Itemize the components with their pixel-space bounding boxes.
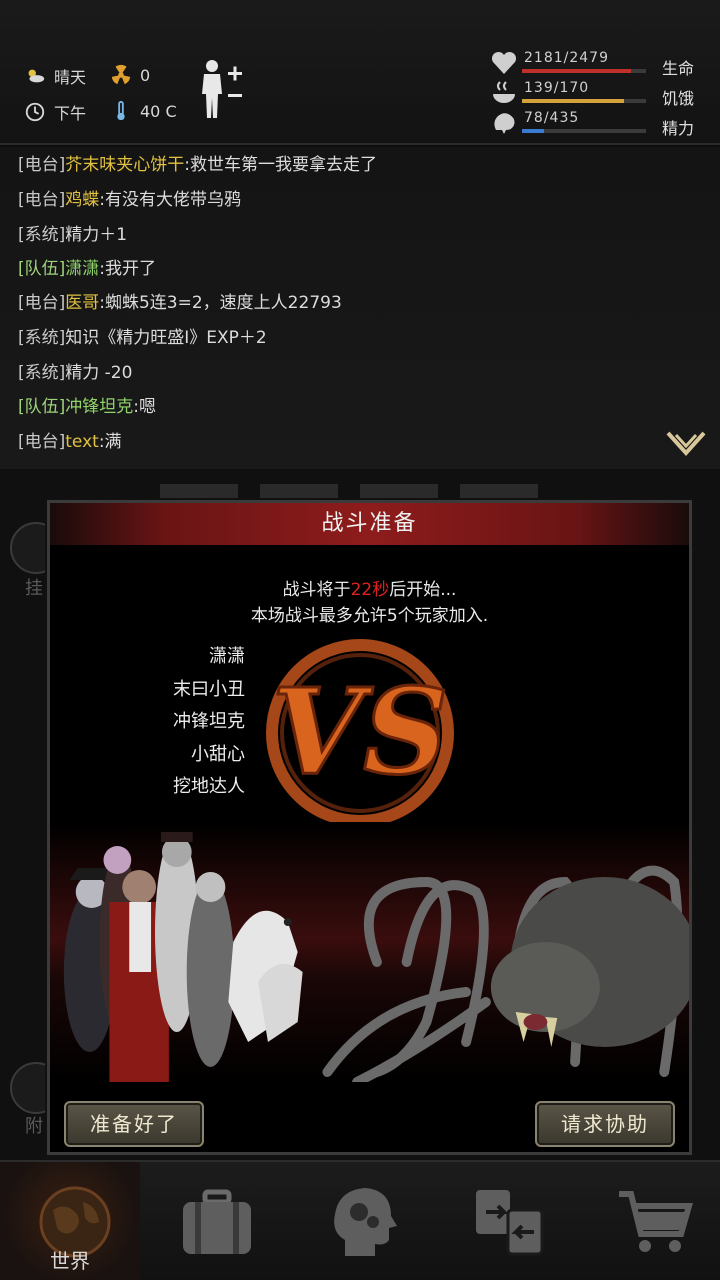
bottom-nav: 世界 — [0, 1160, 720, 1280]
health-bar: 2181/2479 生命 — [490, 50, 710, 80]
skills-icon — [334, 1188, 397, 1256]
hunger-bar: 139/170 饥饿 — [490, 80, 710, 110]
chat-message: [电台]text:满 — [18, 427, 122, 452]
chat-sender-name[interactable]: 医哥 — [65, 293, 99, 313]
vs-emblem: VS — [266, 639, 454, 827]
heart-icon — [491, 51, 517, 74]
chat-log[interactable]: [电台]芥末味夹心饼干:救世车第一我要拿去走了 [电台]鸡蝶:有没有大佬带乌鸦 [系… — [0, 147, 720, 469]
countdown-prefix: 战斗将于 — [282, 580, 351, 600]
chat-channel-tag: [电台] — [18, 432, 66, 452]
nav-world[interactable]: 世界 — [0, 1162, 140, 1280]
health-fill — [522, 69, 632, 73]
chat-message-text: :嗯 — [133, 397, 156, 417]
time-stat: 下午 — [24, 100, 86, 124]
player-name: 冲锋坦克 — [173, 711, 245, 732]
side-label-top: 挂 — [25, 578, 43, 599]
chat-message: [队伍]潇潇:我开了 — [18, 254, 156, 279]
side-label-bottom: 附 — [25, 1116, 43, 1137]
nav-exchange[interactable] — [435, 1162, 575, 1280]
sun-cloud-icon — [28, 69, 45, 83]
shop-icon — [619, 1191, 693, 1252]
chat-sender-name[interactable]: 潇潇 — [65, 259, 99, 279]
chat-message: [队伍]冲锋坦克:嗯 — [18, 392, 156, 417]
countdown-suffix: 后开始... — [389, 580, 457, 600]
energy-value: 78/435 — [524, 110, 580, 126]
chat-sender-name[interactable]: 鸡蝶 — [65, 190, 99, 210]
countdown-text: 战斗将于22秒后开始... — [50, 575, 689, 600]
player-name: 潇潇 — [209, 646, 245, 667]
chat-sender-name[interactable]: 芥末味夹心饼干 — [65, 155, 184, 175]
chat-channel-tag: [系统] — [18, 363, 66, 383]
radiation-icon — [111, 64, 131, 85]
nav-world-label: 世界 — [50, 1249, 90, 1273]
radiation-value: 0 — [140, 65, 151, 85]
countdown-seconds: 22秒 — [350, 580, 390, 600]
chat-message-text: :我开了 — [99, 259, 156, 279]
battle-scene-art — [50, 822, 689, 1082]
chat-message: [电台]鸡蝶:有没有大佬带乌鸦 — [18, 185, 241, 210]
chat-channel-tag: [系统] — [18, 328, 66, 348]
energy-bar: 78/435 精力 — [490, 110, 710, 140]
status-bar: 晴天 0 下午 40 C 2181/2479 生命 139/170 饥饿 78/… — [0, 0, 720, 145]
chat-message: [系统]精力＋1 — [18, 220, 127, 245]
weather-stat: 晴天 — [24, 64, 86, 88]
chat-message-text: :有没有大佬带乌鸦 — [99, 190, 241, 210]
hunger-fill — [522, 99, 624, 103]
food-bowl-icon — [493, 81, 515, 103]
chat-channel-tag: [队伍] — [18, 397, 66, 417]
chat-channel-tag: [电台] — [18, 293, 66, 313]
time-text: 下午 — [54, 104, 87, 123]
hunger-label: 饥饿 — [662, 89, 695, 108]
temperature-value: 40 C — [140, 101, 177, 121]
chat-channel-tag: [队伍] — [18, 259, 66, 279]
nav-skills[interactable] — [290, 1162, 430, 1280]
chat-message-text: :满 — [98, 432, 122, 452]
chevron-down-icon[interactable] — [666, 431, 706, 457]
health-label: 生命 — [662, 59, 695, 78]
player-list: 潇潇末曰小丑冲锋坦克小甜心挖地达人 — [110, 641, 245, 804]
temperature-stat: 40 C — [110, 100, 177, 122]
player-name: 挖地达人 — [173, 776, 245, 797]
body-status-icon[interactable] — [196, 58, 246, 120]
chat-message-text: 精力 -20 — [65, 363, 133, 383]
chat-channel-tag: [系统] — [18, 225, 66, 245]
chat-message-text: 知识《精力旺盛Ⅰ》EXP＋2 — [65, 328, 267, 348]
energy-label: 精力 — [662, 119, 695, 138]
chat-channel-tag: [电台] — [18, 155, 66, 175]
exchange-icon — [476, 1190, 544, 1256]
radiation-stat: 0 — [110, 64, 150, 86]
thermometer-icon — [117, 100, 125, 121]
player-limit-text: 本场战斗最多允许5个玩家加入. — [250, 606, 489, 626]
chat-message-text: :蜘蛛5连3=2，速度上人22793 — [99, 293, 342, 313]
chat-channel-tag: [电台] — [18, 190, 66, 210]
chat-message-text: 精力＋1 — [65, 225, 128, 245]
player-name: 小甜心 — [191, 743, 245, 765]
dialog-title: 战斗准备 — [50, 503, 689, 545]
chat-sender-name[interactable]: text — [65, 432, 99, 452]
ready-button[interactable]: 准备好了 — [64, 1101, 204, 1147]
nav-inventory[interactable] — [142, 1162, 282, 1280]
chat-message: [电台]芥末味夹心饼干:救世车第一我要拿去走了 — [18, 150, 377, 175]
vs-text: VS — [272, 662, 449, 801]
brain-icon — [494, 113, 515, 134]
hunger-value: 139/170 — [524, 80, 590, 96]
energy-fill — [522, 129, 545, 133]
battle-prep-dialog: 战斗准备 战斗将于22秒后开始... 本场战斗最多允许5个玩家加入. 潇潇末曰小… — [47, 500, 692, 1155]
chat-message: [电台]医哥:蜘蛛5连3=2，速度上人22793 — [18, 288, 342, 313]
chat-message: [系统]知识《精力旺盛Ⅰ》EXP＋2 — [18, 323, 267, 348]
chat-sender-name[interactable]: 冲锋坦克 — [65, 397, 133, 417]
player-name: 末曰小丑 — [173, 678, 245, 700]
clock-icon — [25, 102, 45, 122]
weather-text: 晴天 — [54, 68, 87, 87]
chat-message-text: :救世车第一我要拿去走了 — [184, 155, 377, 175]
inventory-icon — [183, 1189, 251, 1254]
request-help-button[interactable]: 请求协助 — [535, 1101, 675, 1147]
health-value: 2181/2479 — [524, 50, 609, 66]
nav-shop[interactable] — [580, 1162, 720, 1280]
chat-message: [系统]精力 -20 — [18, 358, 132, 383]
